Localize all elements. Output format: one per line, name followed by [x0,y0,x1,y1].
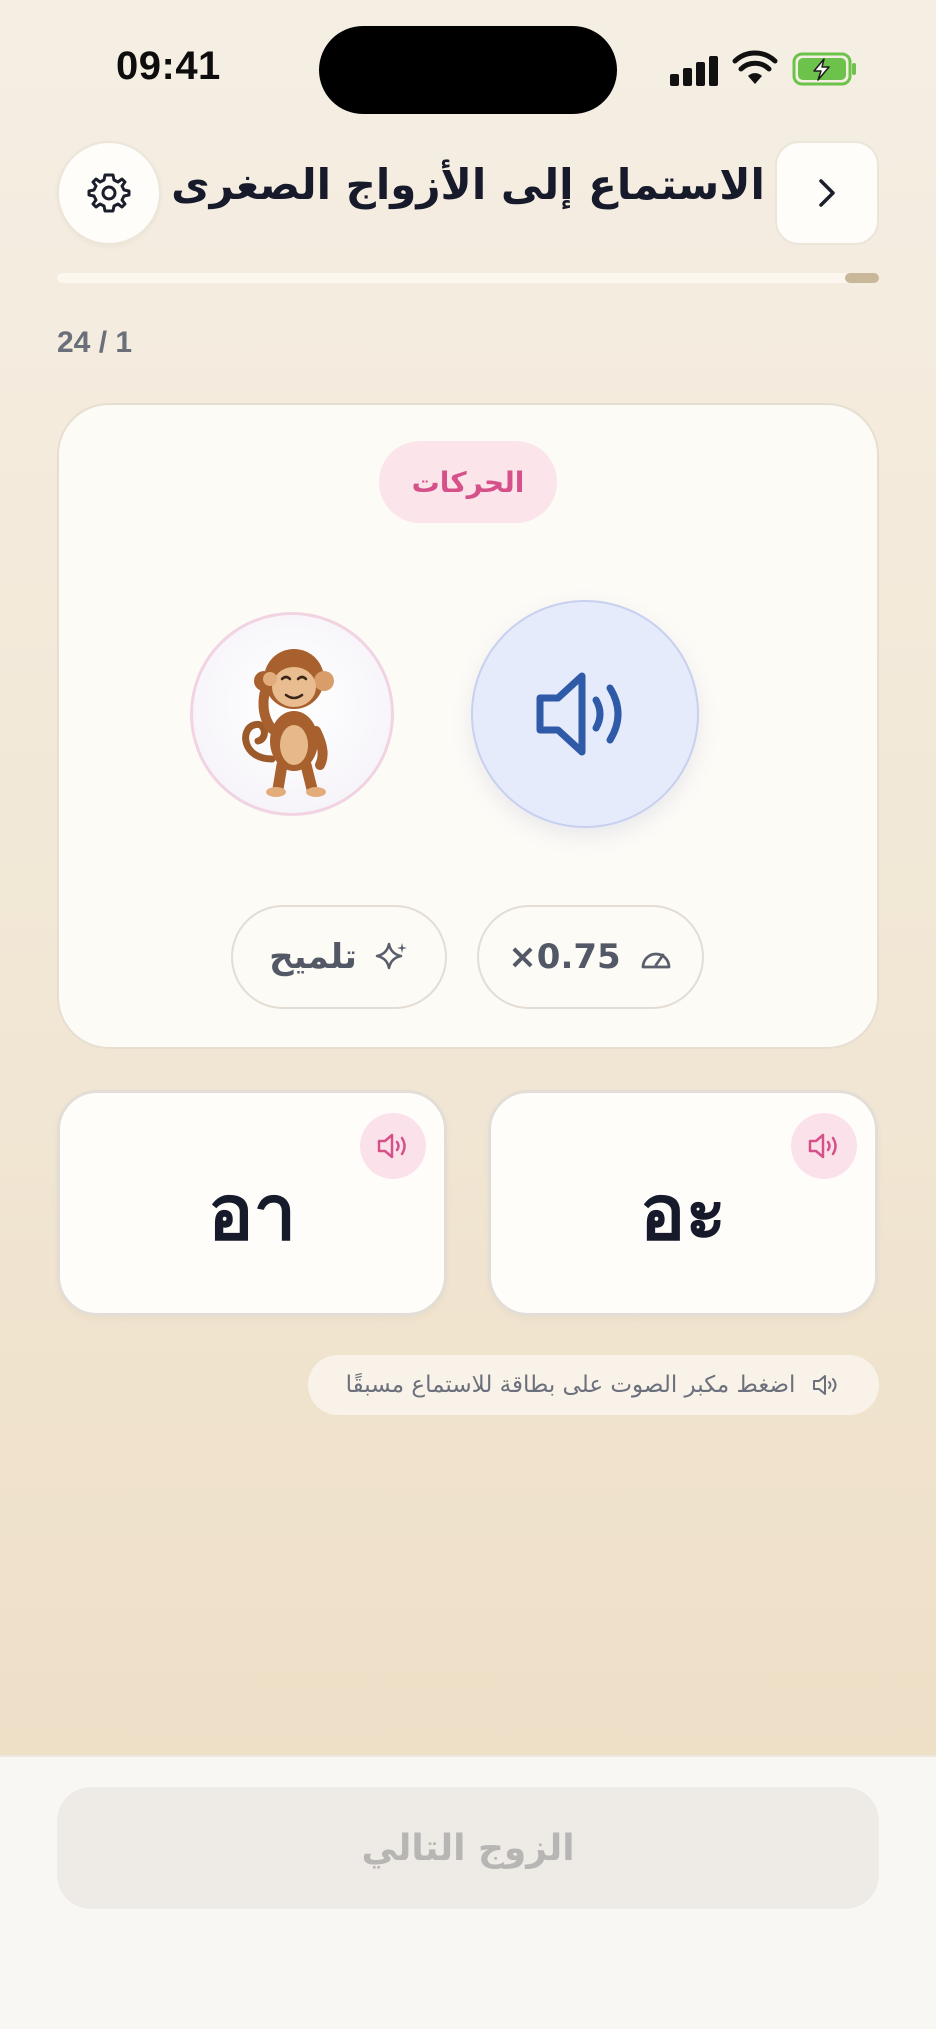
mascot-avatar [190,612,394,816]
status-bar: 09:41 [0,0,936,140]
answer-card[interactable]: อะ [488,1090,878,1316]
settings-button[interactable] [57,141,161,245]
battery-charging-icon [792,52,856,86]
cellular-signal-icon [670,54,720,86]
tip-text: اضغط مكبر الصوت على بطاقة للاستماع مسبقً… [345,1372,796,1398]
hint-label: تلميح [269,937,357,977]
playback-speed-button[interactable]: ×0.75 [477,905,704,1009]
speaker-icon [813,1375,837,1395]
preview-tip: اضغط مكبر الصوت على بطاقة للاستماع مسبقً… [308,1355,879,1415]
back-button[interactable] [775,141,879,245]
hint-button[interactable]: تلميح [231,905,447,1009]
chevron-right-icon [819,179,835,207]
sparkle-icon [375,942,407,970]
progress-bar [57,273,879,283]
monkey-listening-icon [242,649,334,797]
page-title: الاستماع إلى الأزواج الصغرى [171,160,765,209]
answer-text: อะ [639,1168,727,1257]
status-time: 09:41 [116,44,221,88]
answer-text: อา [207,1168,297,1257]
answer-card[interactable]: อา [57,1090,447,1316]
speed-label: ×0.75 [508,937,621,977]
gear-icon [87,173,131,213]
wifi-icon [732,50,778,84]
dynamic-island [319,26,617,114]
next-pair-button[interactable]: الزوج التالي [57,1787,879,1909]
progress-fill [844,273,879,283]
speaker-icon [536,672,622,756]
play-sound-button[interactable] [471,600,699,828]
question-counter: 24 / 1 [57,326,133,359]
category-badge: الحركات [379,441,557,523]
speedometer-icon [641,952,671,969]
